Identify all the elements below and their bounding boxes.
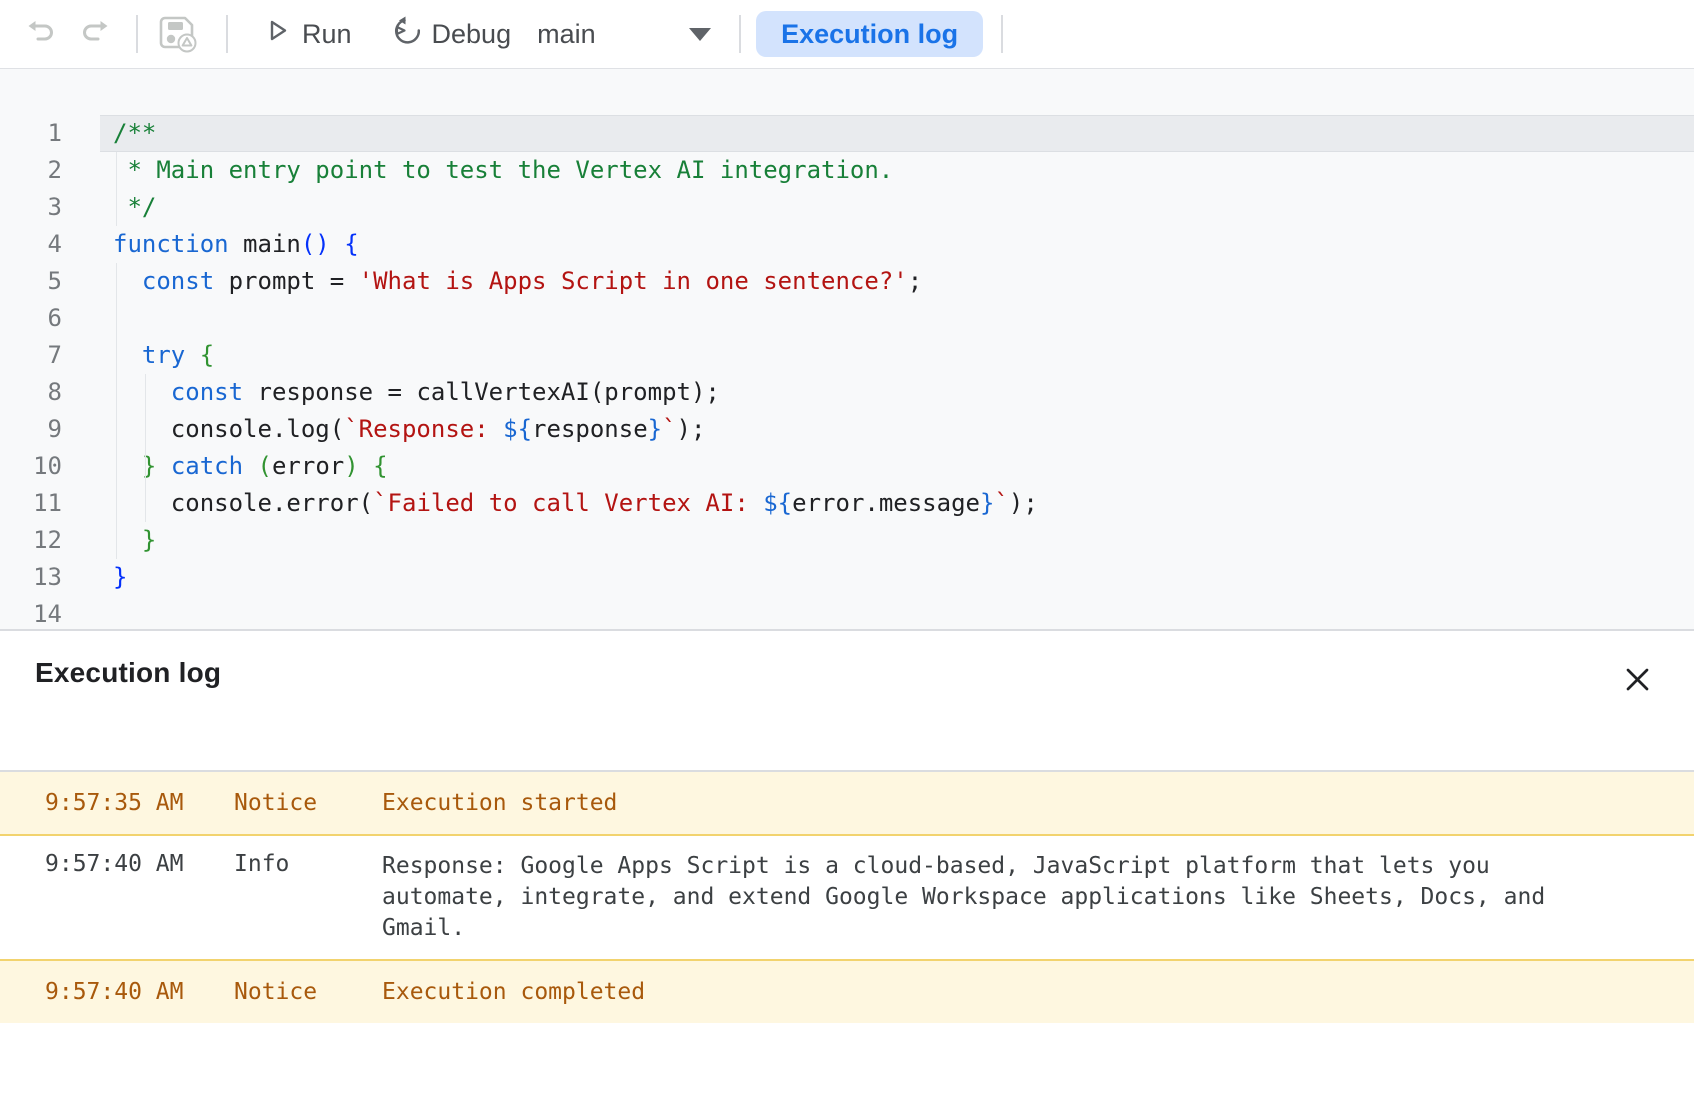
execution-log-button[interactable]: Execution log	[756, 11, 983, 57]
code-text: } catch (error) {	[100, 448, 1694, 485]
code-text: const response = callVertexAI(prompt);	[100, 374, 1694, 411]
line-number: 1	[0, 115, 100, 152]
line-number: 7	[0, 337, 100, 374]
indent-guide	[116, 152, 117, 226]
code-editor[interactable]: 1/**2 * Main entry point to test the Ver…	[0, 69, 1694, 631]
code-text: try {	[100, 337, 1694, 374]
line-number: 12	[0, 522, 100, 559]
code-line[interactable]: 10 } catch (error) {	[0, 448, 1694, 485]
toolbar-divider	[226, 15, 228, 53]
execution-log-panel: Execution log 9:57:35 AMNoticeExecution …	[0, 631, 1694, 1098]
function-selector-dropdown[interactable]: main	[537, 19, 711, 50]
save-icon	[156, 12, 198, 57]
execution-log-button-label: Execution log	[781, 19, 958, 49]
undo-button[interactable]	[26, 17, 57, 51]
play-icon	[264, 17, 302, 51]
code-line[interactable]: 4function main() {	[0, 226, 1694, 263]
line-number: 10	[0, 448, 100, 485]
line-number: 11	[0, 485, 100, 522]
toolbar-divider	[1001, 15, 1003, 53]
log-entry: 9:57:40 AMInfoResponse: Google Apps Scri…	[0, 836, 1694, 959]
line-number: 4	[0, 226, 100, 263]
redo-icon	[79, 17, 110, 51]
close-icon	[1621, 684, 1654, 699]
undo-icon	[26, 17, 57, 51]
toolbar: Run Debug main Execution log	[0, 0, 1694, 69]
log-timestamp: 9:57:40 AM	[45, 851, 234, 877]
line-number: 9	[0, 411, 100, 448]
line-number: 14	[0, 596, 100, 631]
code-text: console.log(`Response: ${response}`);	[100, 411, 1694, 448]
code-text: /**	[100, 115, 1694, 152]
apps-script-editor: Run Debug main Execution log 1/**2 * Mai…	[0, 0, 1694, 1098]
dropdown-caret-icon	[689, 28, 711, 41]
run-button[interactable]: Run	[264, 17, 352, 51]
code-text: */	[100, 189, 1694, 226]
code-line[interactable]: 12 }	[0, 522, 1694, 559]
debug-button[interactable]: Debug	[392, 15, 512, 53]
log-type: Notice	[234, 979, 382, 1005]
execution-log-header: Execution log	[0, 631, 1694, 772]
log-type: Info	[234, 851, 382, 877]
code-line[interactable]: 7 try {	[0, 337, 1694, 374]
redo-button[interactable]	[79, 17, 110, 51]
indent-guide	[145, 374, 146, 522]
code-line[interactable]: 6	[0, 300, 1694, 337]
code-line[interactable]: 8 const response = callVertexAI(prompt);	[0, 374, 1694, 411]
debug-button-label: Debug	[432, 19, 512, 50]
code-text: * Main entry point to test the Vertex AI…	[100, 152, 1694, 189]
code-text	[100, 300, 1694, 337]
code-text: }	[100, 522, 1694, 559]
code-lines: 1/**2 * Main entry point to test the Ver…	[0, 115, 1694, 631]
code-line[interactable]: 5 const prompt = 'What is Apps Script in…	[0, 263, 1694, 300]
code-text: const prompt = 'What is Apps Script in o…	[100, 263, 1694, 300]
line-number: 2	[0, 152, 100, 189]
log-type: Notice	[234, 790, 382, 816]
code-text: }	[100, 559, 1694, 596]
toolbar-divider	[739, 15, 741, 53]
debug-icon	[392, 15, 432, 53]
code-line[interactable]: 11 console.error(`Failed to call Vertex …	[0, 485, 1694, 522]
log-timestamp: 9:57:40 AM	[45, 979, 234, 1005]
function-selector-value: main	[537, 19, 596, 50]
code-text: function main() {	[100, 226, 1694, 263]
code-line[interactable]: 9 console.log(`Response: ${response}`);	[0, 411, 1694, 448]
toolbar-divider	[136, 15, 138, 53]
log-message: Response: Google Apps Script is a cloud-…	[382, 851, 1582, 944]
log-message: Execution completed	[382, 979, 1582, 1005]
log-timestamp: 9:57:35 AM	[45, 790, 234, 816]
code-line[interactable]: 2 * Main entry point to test the Vertex …	[0, 152, 1694, 189]
code-line[interactable]: 13}	[0, 559, 1694, 596]
log-entries-list: 9:57:35 AMNoticeExecution started9:57:40…	[0, 772, 1694, 1023]
run-button-label: Run	[302, 19, 352, 50]
indent-guide	[116, 263, 117, 559]
log-entry: 9:57:35 AMNoticeExecution started	[0, 772, 1694, 836]
log-entry: 9:57:40 AMNoticeExecution completed	[0, 959, 1694, 1023]
line-number: 6	[0, 300, 100, 337]
code-line[interactable]: 1/**	[0, 115, 1694, 152]
code-line[interactable]: 14	[0, 596, 1694, 631]
log-message: Execution started	[382, 790, 1582, 816]
line-number: 5	[0, 263, 100, 300]
line-number: 8	[0, 374, 100, 411]
save-button[interactable]	[156, 12, 198, 57]
line-number: 3	[0, 189, 100, 226]
code-line[interactable]: 3 */	[0, 189, 1694, 226]
close-execution-log-button[interactable]	[1617, 659, 1658, 703]
line-number: 13	[0, 559, 100, 596]
code-text	[100, 596, 1694, 631]
code-text: console.error(`Failed to call Vertex AI:…	[100, 485, 1694, 522]
execution-log-title: Execution log	[35, 657, 221, 689]
